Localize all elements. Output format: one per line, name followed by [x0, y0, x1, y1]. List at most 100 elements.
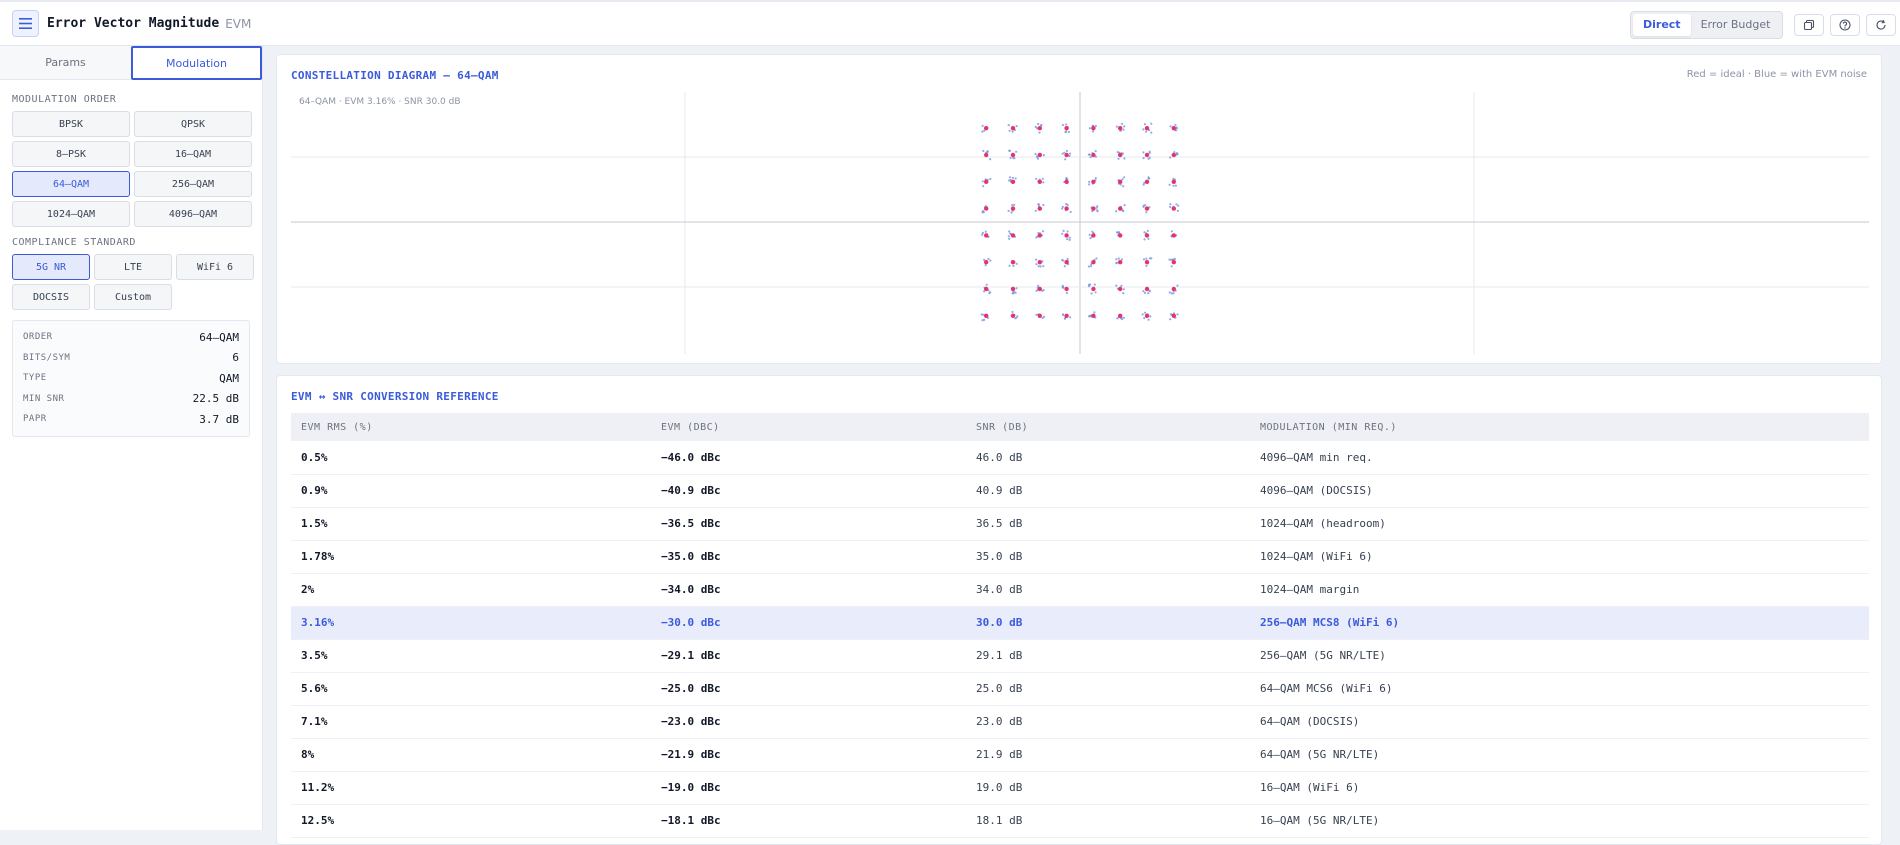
noisy-symbol-point	[1007, 209, 1010, 212]
noisy-symbol-point	[1012, 156, 1015, 160]
noisy-symbol-point	[1150, 122, 1153, 125]
sidebar: Params Modulation MODULATION ORDER BPSK …	[0, 46, 263, 830]
table-cell: −29.1 dBc	[651, 639, 966, 673]
modulation-8psk-button[interactable]: 8–PSK	[12, 141, 130, 167]
ideal-symbol-point	[1118, 313, 1123, 318]
noisy-symbol-point	[1142, 157, 1145, 160]
ideal-symbol-point	[1171, 313, 1176, 318]
noisy-symbol-point	[1062, 286, 1065, 289]
noisy-symbol-point	[989, 259, 992, 262]
modulation-qpsk-button[interactable]: QPSK	[134, 111, 252, 137]
refresh-icon	[1876, 19, 1886, 30]
info-row-type: TYPE QAM	[23, 368, 239, 389]
modulation-256qam-button[interactable]: 256–QAM	[134, 171, 252, 197]
info-value: QAM	[219, 371, 239, 385]
table-cell: −40.9 dBc	[651, 474, 966, 508]
ideal-symbol-point	[1118, 260, 1123, 265]
mode-error-budget-button[interactable]: Error Budget	[1691, 14, 1781, 36]
noisy-symbol-point	[1069, 152, 1072, 155]
noisy-symbol-point	[982, 185, 985, 188]
table-cell: 25.0 dB	[966, 672, 1250, 706]
modulation-1024qam-button[interactable]: 1024–QAM	[12, 201, 130, 227]
modulation-16qam-button[interactable]: 16–QAM	[134, 141, 252, 167]
standard-lte-button[interactable]: LTE	[94, 254, 172, 280]
ideal-symbol-point	[1091, 206, 1096, 211]
noisy-symbol-point	[1012, 264, 1015, 267]
ideal-symbol-point	[1171, 206, 1176, 211]
modulation-4096qam-button[interactable]: 4096–QAM	[134, 201, 252, 227]
modulation-64qam-button[interactable]: 64–QAM	[12, 171, 130, 197]
noisy-symbol-point	[982, 211, 985, 214]
ideal-symbol-point	[1010, 233, 1016, 238]
noisy-symbol-point	[1065, 123, 1068, 126]
ideal-symbol-point	[984, 260, 989, 265]
noisy-symbol-point	[1145, 257, 1148, 260]
noisy-symbol-point	[1066, 230, 1069, 233]
help-button[interactable]	[1830, 14, 1860, 36]
copy-icon	[1803, 19, 1815, 31]
info-row-order: ORDER 64–QAM	[23, 327, 239, 348]
noisy-symbol-point	[1143, 238, 1146, 241]
noisy-symbol-point	[1042, 203, 1045, 207]
copy-button[interactable]	[1794, 14, 1824, 36]
noisy-symbol-point	[1062, 229, 1065, 232]
noisy-symbol-point	[1066, 257, 1069, 261]
ideal-symbol-point	[1144, 260, 1150, 265]
modulation-info-card: ORDER 64–QAM BITS/SYM 6 TYPE QAM MIN SNR…	[12, 320, 250, 437]
noisy-symbol-point	[1142, 151, 1145, 154]
compliance-standard-label: COMPLIANCE STANDARD	[12, 237, 136, 248]
ideal-symbol-point	[984, 152, 989, 158]
noisy-symbol-point	[1147, 292, 1150, 295]
noisy-symbol-point	[1065, 130, 1068, 133]
noisy-symbol-point	[1169, 203, 1172, 206]
ideal-symbol-point	[1037, 179, 1042, 184]
table-cell: 40.9 dB	[966, 474, 1250, 508]
noisy-symbol-point	[989, 177, 992, 181]
modulation-bpsk-button[interactable]: BPSK	[12, 111, 130, 137]
standard-5gnr-button[interactable]: 5G NR	[12, 254, 90, 280]
noisy-symbol-point	[1010, 211, 1013, 214]
noisy-symbol-point	[1008, 264, 1011, 267]
mode-direct-button[interactable]: Direct	[1633, 14, 1691, 36]
table-cell: −19.0 dBc	[651, 771, 966, 805]
noisy-symbol-point	[1034, 152, 1037, 156]
noisy-symbol-point	[981, 130, 984, 133]
table-row: 3.16% −30.0 dBc 30.0 dB 256–QAM MCS8 (WiFi …	[291, 606, 1869, 640]
noisy-symbol-point	[1089, 237, 1092, 240]
constellation-title: CONSTELLATION DIAGRAM — 64–QAM	[291, 69, 499, 82]
noisy-symbol-point	[1168, 183, 1171, 186]
menu-button[interactable]	[12, 10, 39, 37]
ideal-symbol-point	[1091, 152, 1096, 158]
column-header: SNR (DB)	[966, 413, 1250, 441]
noisy-symbol-point	[1148, 150, 1151, 153]
ideal-symbol-point	[1118, 126, 1123, 131]
noisy-symbol-point	[1169, 156, 1172, 159]
noisy-symbol-point	[1169, 125, 1172, 128]
table-cell: 5.6%	[291, 672, 651, 706]
noisy-symbol-point	[1143, 231, 1146, 234]
standard-custom-button[interactable]: Custom	[94, 284, 172, 310]
noisy-symbol-point	[1007, 235, 1010, 238]
noisy-symbol-point	[1145, 130, 1148, 133]
noisy-symbol-point	[1036, 157, 1040, 160]
standard-docsis-button[interactable]: DOCSIS	[12, 284, 90, 310]
noisy-symbol-point	[1037, 284, 1040, 287]
noisy-symbol-point	[1141, 313, 1144, 316]
noisy-symbol-point	[1145, 264, 1148, 268]
noisy-symbol-point	[1069, 316, 1072, 319]
table-header-row: EVM RMS (%) EVM (DBC) SNR (DB) MODULATIO…	[291, 413, 1869, 441]
ideal-symbol-point	[1144, 206, 1150, 211]
ideal-symbol-point	[1091, 260, 1096, 265]
table-cell: 30.0 dB	[966, 606, 1250, 640]
refresh-button[interactable]	[1866, 14, 1896, 36]
ideal-symbol-point	[1064, 179, 1069, 184]
table-cell: 36.5 dB	[966, 507, 1250, 541]
standard-wifi6-button[interactable]: WiFi 6	[176, 254, 254, 280]
table-cell: 21.9 dB	[966, 738, 1250, 772]
tab-params[interactable]: Params	[0, 46, 131, 80]
tab-modulation[interactable]: Modulation	[131, 46, 262, 80]
noisy-symbol-point	[1041, 316, 1044, 320]
table-row: 5.6% −25.0 dBc 25.0 dB 64–QAM MCS6 (WiFi 6)	[291, 672, 1869, 706]
table-cell: 1024–QAM margin	[1250, 573, 1869, 607]
noisy-symbol-point	[1094, 177, 1097, 180]
